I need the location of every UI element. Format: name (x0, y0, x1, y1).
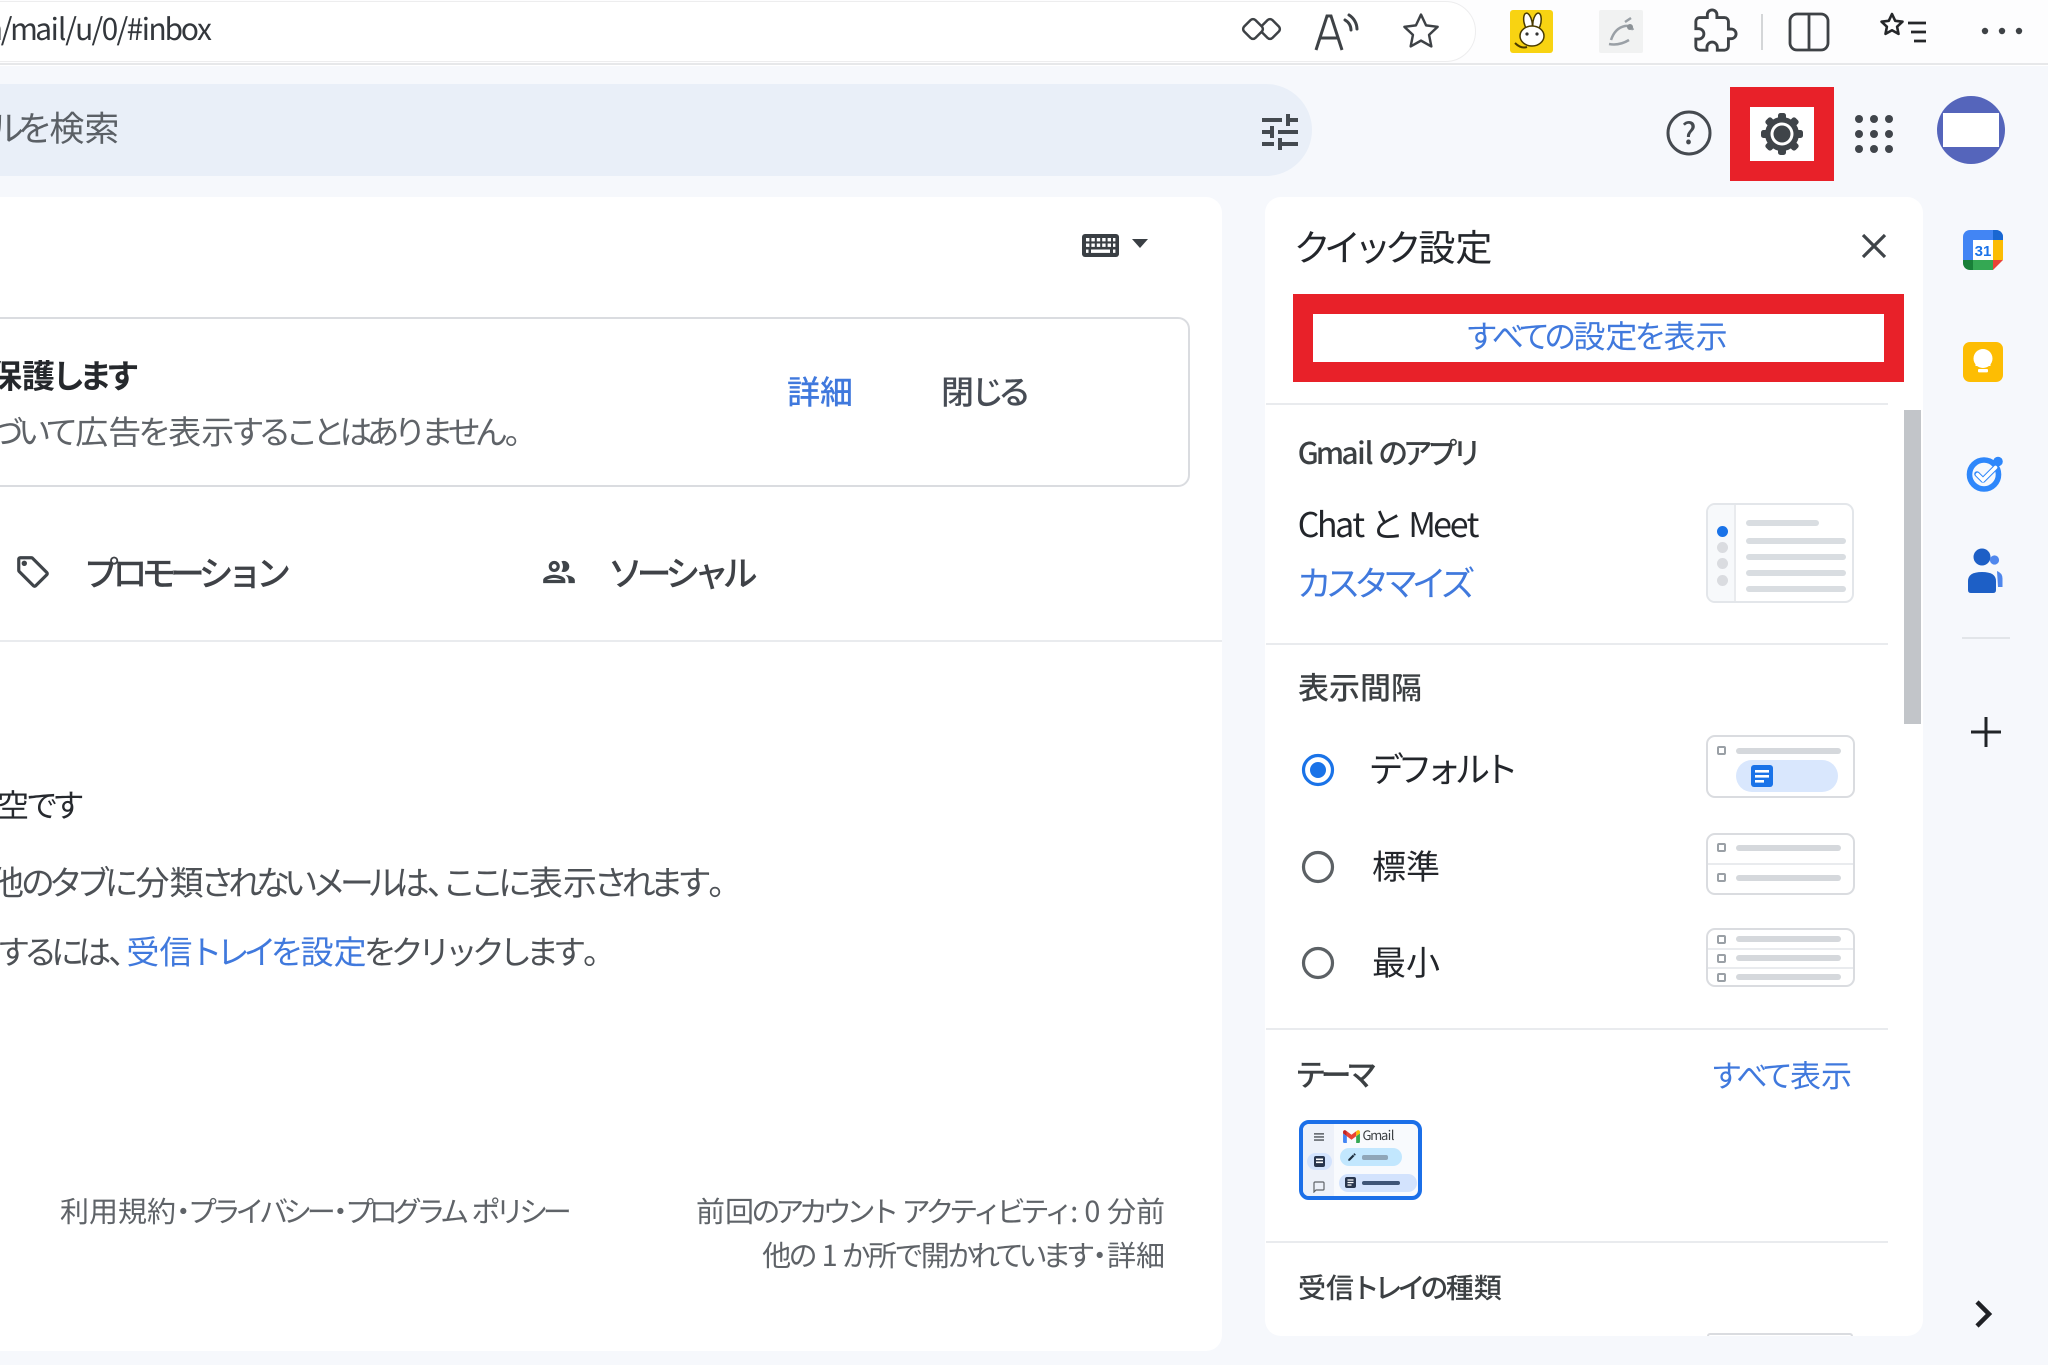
svg-text:31: 31 (1975, 243, 1992, 260)
